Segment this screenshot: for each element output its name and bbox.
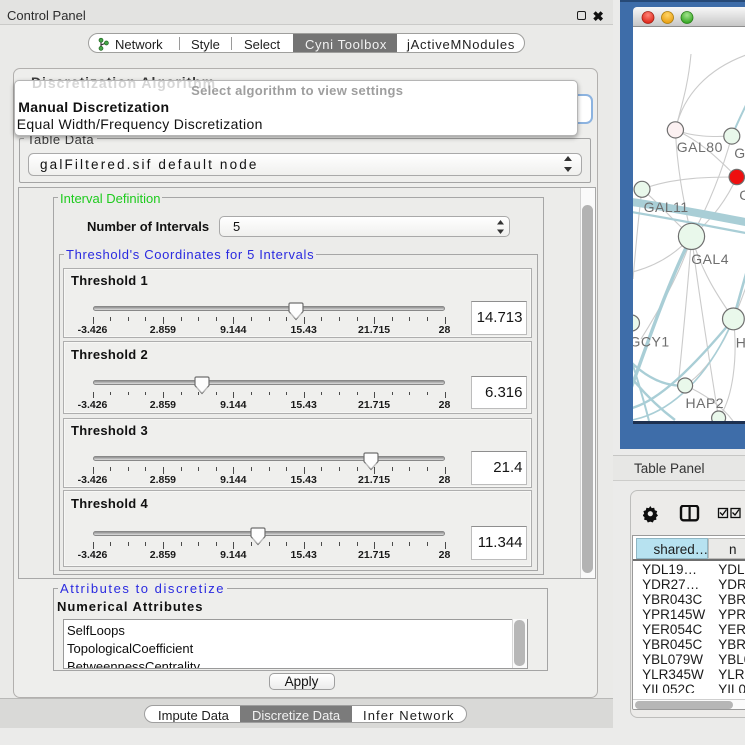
svg-text:GAL80: GAL80 bbox=[676, 138, 722, 154]
svg-text:GAL11: GAL11 bbox=[643, 199, 688, 215]
svg-text:GAL4: GAL4 bbox=[691, 251, 729, 267]
svg-text:H: H bbox=[735, 334, 745, 350]
svg-text:C: C bbox=[739, 187, 745, 203]
svg-text:GA: GA bbox=[734, 144, 745, 160]
svg-text:HAP2: HAP2 bbox=[685, 394, 724, 410]
svg-text:GCY1: GCY1 bbox=[633, 333, 670, 349]
